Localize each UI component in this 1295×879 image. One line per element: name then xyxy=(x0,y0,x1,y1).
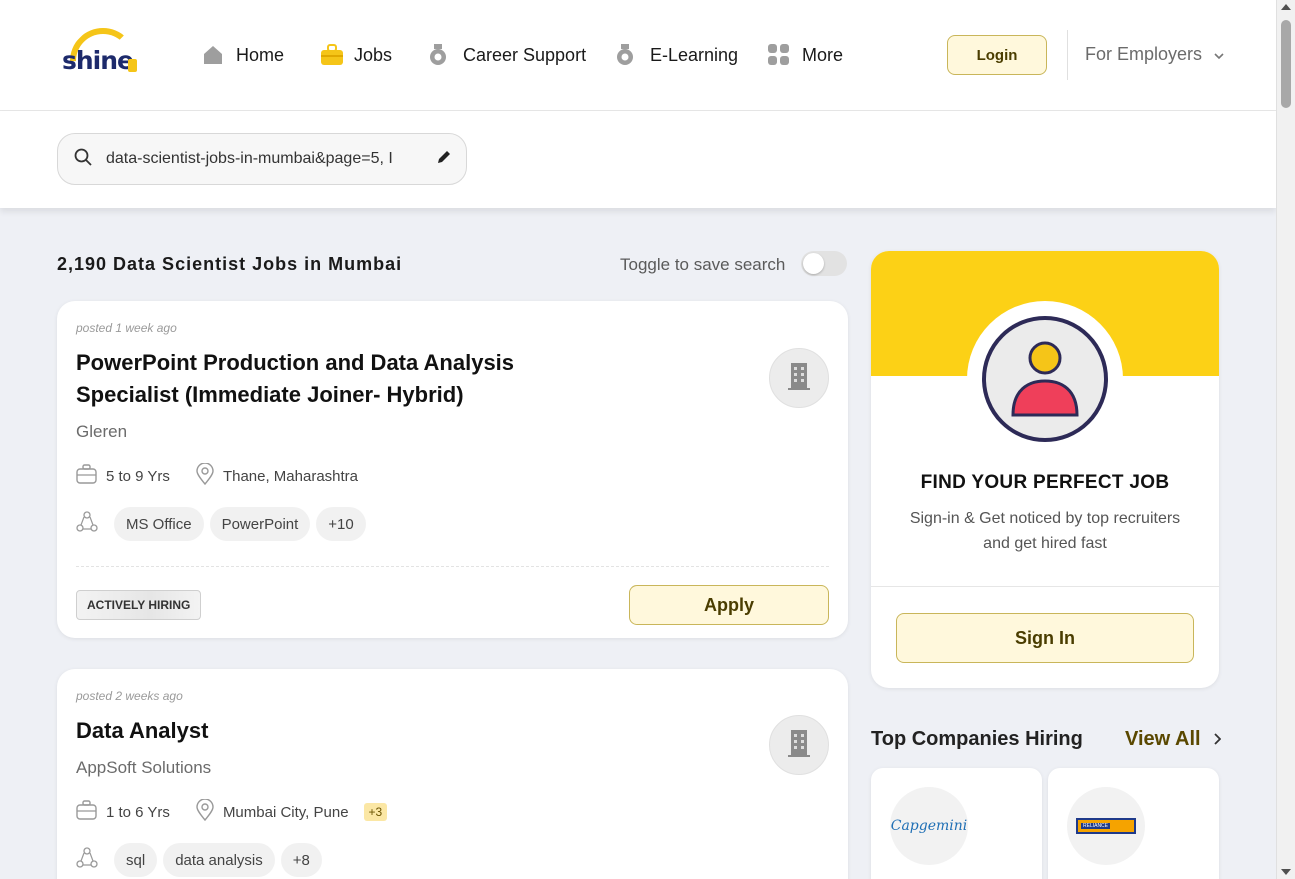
view-all-link[interactable]: View All xyxy=(1125,728,1221,751)
company-logo: Capgemini xyxy=(890,787,968,865)
actively-hiring-badge: ACTIVELY HIRING xyxy=(76,590,202,620)
site-header: shine Home Jobs Career Support E-Learnin… xyxy=(0,0,1276,111)
search-strip: data-scientist-jobs-in-mumbai&page=5, I xyxy=(0,111,1276,208)
company-card[interactable]: RELIANCE xyxy=(1048,768,1219,879)
skill-chip[interactable]: MS Office xyxy=(114,507,204,541)
logo-dot xyxy=(128,59,137,72)
skill-chip[interactable]: data analysis xyxy=(163,843,275,877)
skill-chip[interactable]: +8 xyxy=(280,843,322,877)
more-locations-badge[interactable]: +3 xyxy=(363,803,388,821)
location: Mumbai City, Pune +3 xyxy=(196,798,388,825)
top-companies-title: Top Companies Hiring xyxy=(871,728,1083,750)
experience: 1 to 6 Yrs xyxy=(76,800,170,824)
skill-chip[interactable]: +10 xyxy=(316,507,366,541)
logo-text: shine xyxy=(62,46,134,75)
chevron-right-icon xyxy=(1213,728,1221,751)
nav-elearning[interactable]: E-Learning xyxy=(616,42,738,68)
scroll-down-arrow[interactable] xyxy=(1281,869,1291,875)
capgemini-logo-text: Capgemini xyxy=(890,818,968,834)
sign-in-button[interactable]: Sign In xyxy=(896,613,1194,663)
company-logo xyxy=(769,715,829,775)
briefcase-icon xyxy=(320,44,343,66)
reliance-logo: RELIANCE xyxy=(1076,818,1136,834)
location: Thane, Maharashtra xyxy=(196,462,359,489)
skills-row: sql data analysis +8 xyxy=(76,843,322,877)
job-meta: 1 to 6 Yrs Mumbai City, Pune +3 xyxy=(76,798,413,825)
nav-home-label: Home xyxy=(236,44,285,65)
job-meta: 5 to 9 Yrs Thane, Maharashtra xyxy=(76,462,384,489)
elearning-icon xyxy=(616,44,638,66)
job-title-line: Specialist (Immediate Joiner- Hybrid) xyxy=(76,382,464,407)
chevron-down-icon xyxy=(1214,44,1224,65)
job-card[interactable]: posted 2 weeks ago Data Analyst AppSoft … xyxy=(57,669,848,879)
nav-jobs[interactable]: Jobs xyxy=(320,42,392,68)
company-logo: RELIANCE xyxy=(1067,787,1145,865)
experience: 5 to 9 Yrs xyxy=(76,464,170,488)
nav-elearning-label: E-Learning xyxy=(650,44,739,65)
nav-career-support-label: Career Support xyxy=(463,44,587,65)
skill-chip[interactable]: sql xyxy=(114,843,158,877)
reliance-logo-text: RELIANCE xyxy=(1081,823,1111,829)
search-input[interactable]: data-scientist-jobs-in-mumbai&page=5, I xyxy=(57,133,467,185)
promo-subtext: Sign-in & Get noticed by top recruiters … xyxy=(871,506,1219,556)
location-text: Thane, Maharashtra xyxy=(222,467,359,485)
nav-more[interactable]: More xyxy=(768,42,843,68)
career-support-icon xyxy=(429,44,451,66)
results-count-title: 2,190 Data Scientist Jobs in Mumbai xyxy=(57,254,403,274)
skill-chip[interactable]: PowerPoint xyxy=(209,507,311,541)
briefcase-outline-icon xyxy=(76,464,97,488)
view-all-label: View All xyxy=(1125,728,1201,750)
posted-date: posted 1 week ago xyxy=(76,321,177,335)
user-avatar-icon xyxy=(982,316,1108,442)
save-search-label: Toggle to save search xyxy=(620,255,786,274)
company-logo xyxy=(769,348,829,408)
location-pin-icon xyxy=(196,462,214,489)
building-icon xyxy=(786,361,812,396)
home-icon xyxy=(202,44,224,66)
job-card[interactable]: posted 1 week ago PowerPoint Production … xyxy=(57,301,848,638)
location-text: Mumbai City, Pune xyxy=(222,803,349,821)
company-name[interactable]: Gleren xyxy=(76,422,127,442)
promo-subtext-line: Sign-in & Get noticed by top recruiters xyxy=(909,510,1181,527)
building-icon xyxy=(786,728,812,763)
skills-icon xyxy=(76,510,98,538)
nav-career-support[interactable]: Career Support xyxy=(429,42,586,68)
promo-heading: FIND YOUR PERFECT JOB xyxy=(920,472,1170,493)
company-name[interactable]: AppSoft Solutions xyxy=(76,758,211,778)
promo-divider xyxy=(871,586,1219,587)
header-divider xyxy=(1067,30,1068,80)
nav-jobs-label: Jobs xyxy=(354,44,393,65)
for-employers-dropdown[interactable]: For Employers xyxy=(1085,44,1224,65)
login-button[interactable]: Login xyxy=(947,35,1047,75)
pencil-icon[interactable] xyxy=(436,149,452,170)
card-divider xyxy=(76,566,829,567)
save-search-toggle[interactable] xyxy=(801,251,847,276)
skills-row: MS Office PowerPoint +10 xyxy=(76,507,366,541)
scrollbar-thumb[interactable] xyxy=(1281,20,1291,108)
job-title[interactable]: PowerPoint Production and Data Analysis … xyxy=(76,347,514,411)
skills-icon xyxy=(76,846,98,874)
location-pin-icon xyxy=(196,798,214,825)
shine-logo[interactable]: shine xyxy=(62,28,138,76)
toggle-knob xyxy=(803,253,824,274)
search-query-text: data-scientist-jobs-in-mumbai&page=5, I xyxy=(106,150,393,167)
company-card[interactable]: Capgemini xyxy=(871,768,1042,879)
grid-icon xyxy=(768,44,790,66)
nav-more-label: More xyxy=(802,44,844,65)
experience-text: 5 to 9 Yrs xyxy=(106,467,170,485)
signin-promo-card: FIND YOUR PERFECT JOB Sign-in & Get noti… xyxy=(871,251,1219,688)
page-scrollbar[interactable] xyxy=(1276,0,1295,879)
apply-button[interactable]: Apply xyxy=(629,585,829,625)
job-title[interactable]: Data Analyst xyxy=(76,715,208,747)
for-employers-label: For Employers xyxy=(1085,44,1203,64)
experience-text: 1 to 6 Yrs xyxy=(106,803,170,821)
scroll-up-arrow[interactable] xyxy=(1281,4,1291,10)
search-icon xyxy=(74,148,92,171)
job-title-line: Data Analyst xyxy=(76,718,209,743)
nav-home[interactable]: Home xyxy=(202,42,284,68)
job-title-line: PowerPoint Production and Data Analysis xyxy=(76,350,515,375)
briefcase-outline-icon xyxy=(76,800,97,824)
promo-subtext-line: and get hired fast xyxy=(983,535,1107,552)
posted-date: posted 2 weeks ago xyxy=(76,689,183,703)
